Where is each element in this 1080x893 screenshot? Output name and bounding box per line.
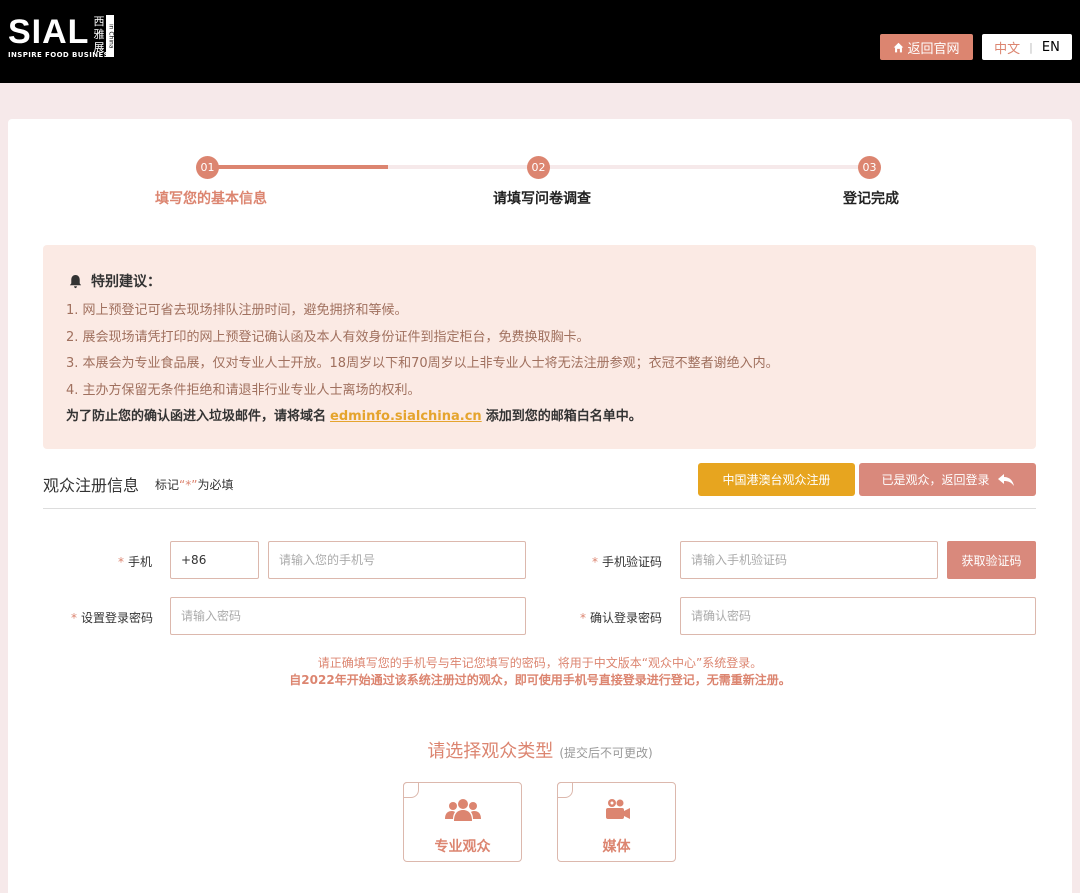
lang-chinese[interactable]: 中文 bbox=[994, 38, 1020, 57]
required-note: 标记“*”为必填 bbox=[155, 478, 234, 492]
step-2-label: 请填写问卷调查 bbox=[493, 191, 591, 207]
step-progress-pending bbox=[388, 165, 539, 169]
home-icon bbox=[894, 42, 904, 52]
logo-tagline: INSPIRE FOOD BUSINESS bbox=[8, 51, 115, 59]
visitor-type-label: 媒体 bbox=[602, 839, 631, 855]
phone-label: * 手机 bbox=[118, 555, 153, 569]
step-progress-pending bbox=[539, 165, 870, 169]
step-progress-done bbox=[208, 165, 388, 169]
bell-icon bbox=[69, 274, 82, 288]
card-corner bbox=[557, 782, 573, 798]
step-2-circle: 02 bbox=[527, 156, 550, 179]
notice-line-1: 1. 网上预登记可省去现场排队注册时间，避免拥挤和等候。 bbox=[66, 303, 408, 318]
visitor-type-label: 专业观众 bbox=[434, 839, 491, 855]
notice-title: 特别建议： bbox=[68, 271, 161, 291]
country-code-input[interactable] bbox=[170, 541, 259, 579]
logo-wordmark: SIAL bbox=[8, 13, 90, 51]
password-hint: 请正确填写您的手机号与牢记您填写的密码，将用于中文版本“观众中心”系统登录。 bbox=[317, 656, 763, 670]
lang-separator: | bbox=[1029, 40, 1033, 54]
section-title: 观众注册信息 bbox=[43, 476, 140, 495]
visitor-type-professional[interactable]: 专业观众 bbox=[403, 782, 522, 862]
visitor-type-title: 请选择观众类型 (提交后不可更改) bbox=[427, 741, 653, 762]
registration-card bbox=[8, 119, 1072, 893]
notice-line-3: 3. 本展会为专业食品展，仅对专业人士开放。18周岁以下和70周岁以上非专业人士… bbox=[66, 356, 779, 371]
whitelist-domain-link[interactable]: edminfo.sialchina.cn bbox=[330, 409, 482, 424]
phone-input[interactable] bbox=[268, 541, 526, 579]
lang-english[interactable]: EN bbox=[1042, 40, 1060, 55]
sms-code-label: * 手机验证码 bbox=[592, 555, 663, 569]
confirm-password-input[interactable] bbox=[680, 597, 1036, 635]
confirm-password-label: * 确认登录密码 bbox=[580, 611, 663, 625]
hk-macau-taiwan-register-button[interactable]: 中国港澳台观众注册 bbox=[698, 463, 855, 496]
sms-code-input[interactable] bbox=[680, 541, 938, 579]
notice-line-4: 4. 主办方保留无条件拒绝和请退非行业专业人士离场的权利。 bbox=[66, 383, 421, 398]
sial-logo[interactable]: SIAL 西 雅 展 in China INSPIRE FOOD BUSINES… bbox=[8, 13, 115, 60]
get-code-button[interactable]: 获取验证码 bbox=[947, 541, 1036, 579]
notice-whitelist: 为了防止您的确认函进入垃圾邮件，请将域名 edminfo.sialchina.cn… bbox=[66, 409, 642, 424]
language-switcher: 中文 | EN bbox=[982, 34, 1072, 60]
return-official-site-button[interactable]: 返回官网 bbox=[880, 34, 973, 60]
card-corner bbox=[403, 782, 419, 798]
users-icon bbox=[444, 799, 481, 821]
notice-line-2: 2. 展会现场请凭打印的网上预登记确认函及本人有效身份证件到指定柜台，免费换取胸… bbox=[66, 330, 590, 345]
password-input[interactable] bbox=[170, 597, 526, 635]
reply-arrow-icon bbox=[997, 473, 1014, 486]
logo-chinese: 西 雅 展 bbox=[93, 15, 105, 54]
step-1-circle: 01 bbox=[196, 156, 219, 179]
section-divider bbox=[43, 508, 1036, 509]
visitor-type-media[interactable]: 媒体 bbox=[557, 782, 676, 862]
step-3-circle: 03 bbox=[858, 156, 881, 179]
step-3-label: 登记完成 bbox=[843, 191, 899, 207]
step-1-label: 填写您的基本信息 bbox=[155, 191, 267, 207]
top-header: SIAL 西 雅 展 in China INSPIRE FOOD BUSINES… bbox=[0, 0, 1080, 83]
back-to-login-button[interactable]: 已是观众，返回登录 bbox=[859, 463, 1036, 496]
login-hint: 自2022年开始通过该系统注册过的观众，即可使用手机号直接登录进行登记，无需重新… bbox=[289, 673, 791, 687]
video-camera-icon bbox=[605, 799, 630, 819]
password-label: * 设置登录密码 bbox=[71, 611, 154, 625]
